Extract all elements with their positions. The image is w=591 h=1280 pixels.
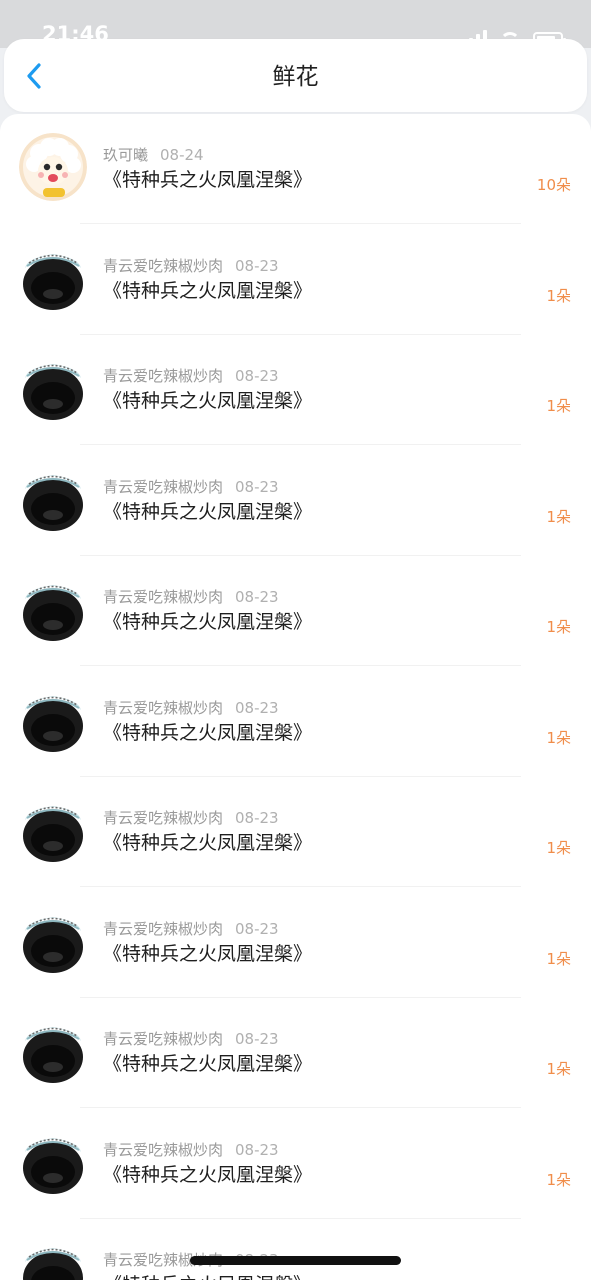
flower-count: 1朵 — [546, 839, 571, 857]
item-meta: 青云爱吃辣椒炒肉 08-23 — [103, 366, 279, 386]
avatar[interactable] — [19, 1017, 87, 1085]
home-indicator — [190, 1256, 401, 1265]
flower-count: 1朵 — [546, 728, 571, 747]
flower-count: 1朵 — [546, 1170, 571, 1189]
user-name[interactable]: 青云爱吃辣椒炒肉 — [103, 920, 223, 938]
user-name[interactable]: 青云爱吃辣椒炒肉 — [103, 699, 223, 717]
book-title[interactable]: 《特种兵之火凤凰涅槃》 — [103, 499, 312, 525]
book-title[interactable]: 《特种兵之火凤凰涅槃》 — [103, 1272, 312, 1280]
nav-bar: 鲜花 — [4, 39, 587, 112]
item-date: 08-23 — [235, 588, 279, 606]
item-meta: 青云爱吃辣椒炒肉 08-23 — [103, 698, 279, 718]
book-title[interactable]: 《特种兵之火凤凰涅槃》 — [103, 1162, 312, 1188]
avatar[interactable] — [19, 243, 87, 312]
list-item[interactable]: 青云爱吃辣椒炒肉 08-23 《特种兵之火凤凰涅槃》 1朵 — [0, 446, 591, 556]
dark-face-avatar-image — [19, 575, 87, 643]
dark-face-avatar-image — [19, 685, 87, 754]
book-title[interactable]: 《特种兵之火凤凰涅槃》 — [103, 167, 312, 193]
book-title[interactable]: 《特种兵之火凤凰涅槃》 — [103, 720, 312, 746]
avatar[interactable] — [19, 1238, 87, 1280]
cartoon-sheep-avatar-image — [19, 133, 87, 201]
dark-face-avatar-image — [19, 464, 87, 533]
flower-count: 1朵 — [546, 949, 571, 968]
item-date: 08-23 — [235, 919, 279, 938]
flower-count: 1朵 — [546, 507, 571, 526]
avatar[interactable] — [19, 906, 87, 975]
item-date: 08-23 — [235, 1030, 279, 1048]
user-name[interactable]: 玖可曦 — [103, 146, 148, 164]
item-meta: 青云爱吃辣椒炒肉 08-23 — [103, 1140, 279, 1160]
list-item[interactable]: 青云爱吃辣椒炒肉 08-23 《特种兵之火凤凰涅槃》 1朵 — [0, 225, 591, 335]
dark-face-avatar-image — [19, 1238, 87, 1280]
book-title[interactable]: 《特种兵之火凤凰涅槃》 — [103, 941, 312, 967]
avatar[interactable] — [19, 354, 87, 422]
dark-face-avatar-image — [19, 906, 87, 975]
book-title[interactable]: 《特种兵之火凤凰涅槃》 — [103, 609, 312, 635]
user-name[interactable]: 青云爱吃辣椒炒肉 — [103, 257, 223, 275]
user-name[interactable]: 青云爱吃辣椒炒肉 — [103, 478, 223, 496]
list-item[interactable]: 玖可曦 08-24 《特种兵之火凤凰涅槃》 10朵 — [0, 114, 591, 224]
list-item[interactable]: 青云爱吃辣椒炒肉 08-23 《特种兵之火凤凰涅槃》 1朵 — [0, 998, 591, 1108]
list-item[interactable]: 青云爱吃辣椒炒肉 08-23 《特种兵之火凤凰涅槃》 1朵 — [0, 667, 591, 777]
dark-face-avatar-image — [19, 1017, 87, 1085]
flower-count: 1朵 — [546, 397, 571, 415]
user-name[interactable]: 青云爱吃辣椒炒肉 — [103, 809, 223, 827]
book-title[interactable]: 《特种兵之火凤凰涅槃》 — [103, 388, 312, 414]
avatar[interactable] — [19, 796, 87, 864]
book-title[interactable]: 《特种兵之火凤凰涅槃》 — [103, 830, 312, 856]
flower-count: 1朵 — [546, 286, 571, 305]
list-item[interactable]: 青云爱吃辣椒炒肉 08-23 《特种兵之火凤凰涅槃》 1朵 — [0, 777, 591, 887]
item-date: 08-23 — [235, 1140, 279, 1159]
item-date: 08-23 — [235, 809, 279, 827]
list-item[interactable]: 青云爱吃辣椒炒肉 08-23 《特种兵之火凤凰涅槃》 1朵 — [0, 335, 591, 445]
avatar[interactable] — [19, 133, 87, 201]
item-meta: 青云爱吃辣椒炒肉 08-23 — [103, 1029, 279, 1049]
item-date: 08-24 — [160, 146, 204, 164]
item-meta: 青云爱吃辣椒炒肉 08-23 — [103, 256, 279, 276]
flower-count: 1朵 — [546, 618, 571, 636]
item-meta: 青云爱吃辣椒炒肉 08-23 — [103, 477, 279, 497]
item-meta: 青云爱吃辣椒炒肉 08-23 — [103, 808, 279, 828]
dark-face-avatar-image — [19, 1127, 87, 1196]
dark-face-avatar-image — [19, 796, 87, 864]
list-item[interactable]: 青云爱吃辣椒炒肉08-23 《特种兵之火凤凰涅槃》 — [0, 1219, 591, 1280]
avatar[interactable] — [19, 685, 87, 754]
item-meta: 青云爱吃辣椒炒肉 08-23 — [103, 919, 279, 939]
page-title: 鲜花 — [272, 64, 319, 90]
dark-face-avatar-image — [19, 243, 87, 312]
flower-count: 10朵 — [536, 176, 571, 194]
item-meta: 玖可曦 08-24 — [103, 145, 204, 165]
flower-count: 1朵 — [546, 1060, 571, 1078]
user-name[interactable]: 青云爱吃辣椒炒肉 — [103, 1141, 223, 1159]
item-date: 08-23 — [235, 367, 279, 385]
flower-list: 玖可曦 08-24 《特种兵之火凤凰涅槃》 10朵 青云爱吃辣椒炒肉 08-23 《… — [0, 114, 591, 1280]
item-date: 08-23 — [235, 256, 279, 275]
avatar[interactable] — [19, 464, 87, 533]
book-title[interactable]: 《特种兵之火凤凰涅槃》 — [103, 278, 312, 304]
user-name[interactable]: 青云爱吃辣椒炒肉 — [103, 367, 223, 385]
user-name[interactable]: 青云爱吃辣椒炒肉 — [103, 588, 223, 606]
list-item[interactable]: 青云爱吃辣椒炒肉 08-23 《特种兵之火凤凰涅槃》 1朵 — [0, 888, 591, 998]
avatar[interactable] — [19, 1127, 87, 1196]
avatar[interactable] — [19, 575, 87, 643]
item-date: 08-23 — [235, 477, 279, 496]
item-date: 08-23 — [235, 698, 279, 717]
item-meta: 青云爱吃辣椒炒肉 08-23 — [103, 587, 279, 607]
list-item[interactable]: 青云爱吃辣椒炒肉 08-23 《特种兵之火凤凰涅槃》 1朵 — [0, 1109, 591, 1219]
list-item[interactable]: 青云爱吃辣椒炒肉 08-23 《特种兵之火凤凰涅槃》 1朵 — [0, 556, 591, 666]
dark-face-avatar-image — [19, 354, 87, 422]
user-name[interactable]: 青云爱吃辣椒炒肉 — [103, 1030, 223, 1048]
book-title[interactable]: 《特种兵之火凤凰涅槃》 — [103, 1051, 312, 1077]
